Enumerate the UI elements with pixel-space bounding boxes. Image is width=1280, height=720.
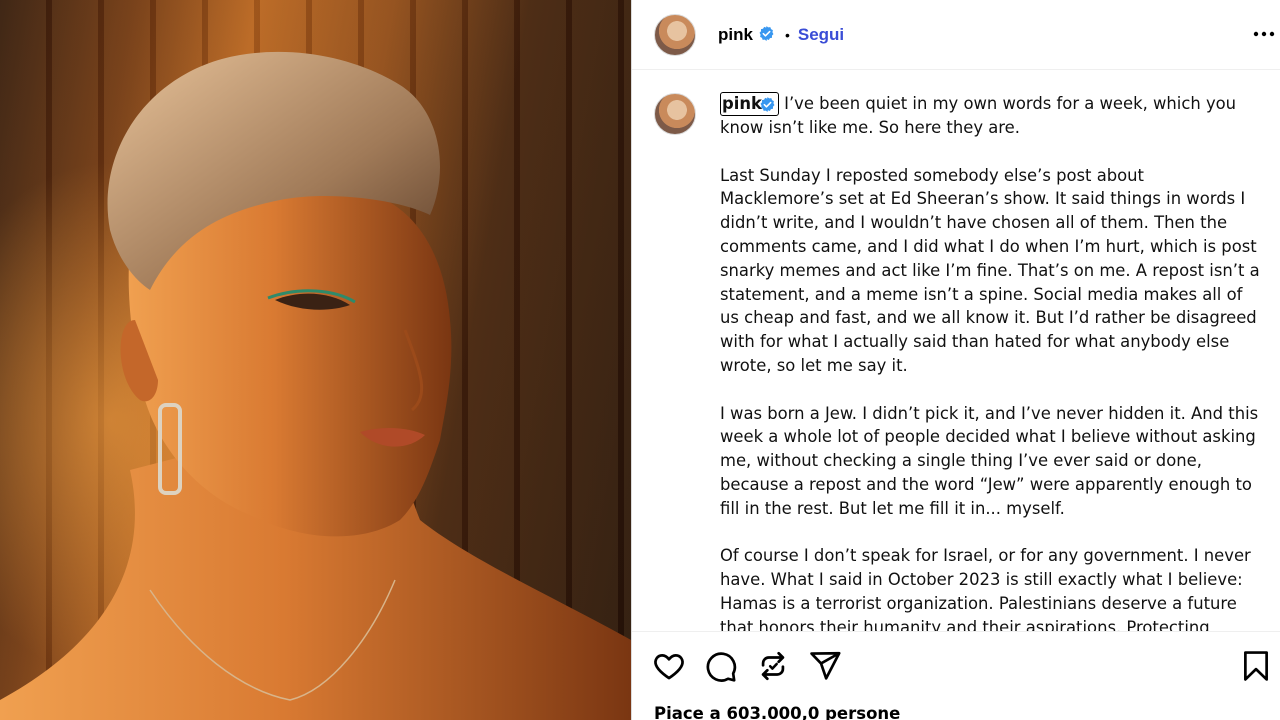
instagram-post-view: pink • Segui pink I’ve been quiet in my … xyxy=(0,0,1280,720)
portrait-illustration xyxy=(0,51,631,720)
caption-username[interactable]: pink xyxy=(720,92,779,116)
caption-paragraph: pink I’ve been quiet in my own words for… xyxy=(720,92,1260,140)
follow-button[interactable]: Segui xyxy=(798,25,844,45)
likes-count[interactable]: Piace a 603.000,0 persone xyxy=(654,704,900,720)
repost-icon[interactable] xyxy=(756,649,790,683)
post-photo[interactable] xyxy=(0,0,631,720)
caption-text-1: I’ve been quiet in my own words for a we… xyxy=(720,94,1237,137)
post-header: pink • Segui xyxy=(632,0,1280,70)
header-separator: • xyxy=(784,26,790,43)
comment-icon[interactable] xyxy=(704,649,738,683)
bookmark-icon[interactable] xyxy=(1239,649,1273,683)
caption-paragraph: Of course I don’t speak for Israel, or f… xyxy=(720,546,1251,631)
caption-scroll-area[interactable]: pink I’ve been quiet in my own words for… xyxy=(632,71,1280,631)
author-username-text[interactable]: pink xyxy=(718,25,753,44)
post-actions-bar: Piace a 603.000,0 persone xyxy=(632,631,1280,720)
verified-badge-icon xyxy=(760,97,775,112)
verified-badge-icon xyxy=(759,25,774,41)
caption-author-avatar[interactable] xyxy=(654,93,696,135)
caption-username-text[interactable]: pink xyxy=(722,94,762,113)
caption-paragraph: Last Sunday I reposted somebody else’s p… xyxy=(720,165,1260,375)
caption-paragraph: I was born a Jew. I didn’t pick it, and … xyxy=(720,403,1259,518)
post-side-panel: pink • Segui pink I’ve been quiet in my … xyxy=(631,0,1280,720)
share-icon[interactable] xyxy=(808,649,842,683)
author-avatar[interactable] xyxy=(654,13,696,56)
author-username[interactable]: pink xyxy=(718,25,775,45)
post-caption: pink I’ve been quiet in my own words for… xyxy=(720,92,1260,631)
heart-icon[interactable] xyxy=(652,649,686,683)
more-options-icon[interactable] xyxy=(1249,19,1279,49)
